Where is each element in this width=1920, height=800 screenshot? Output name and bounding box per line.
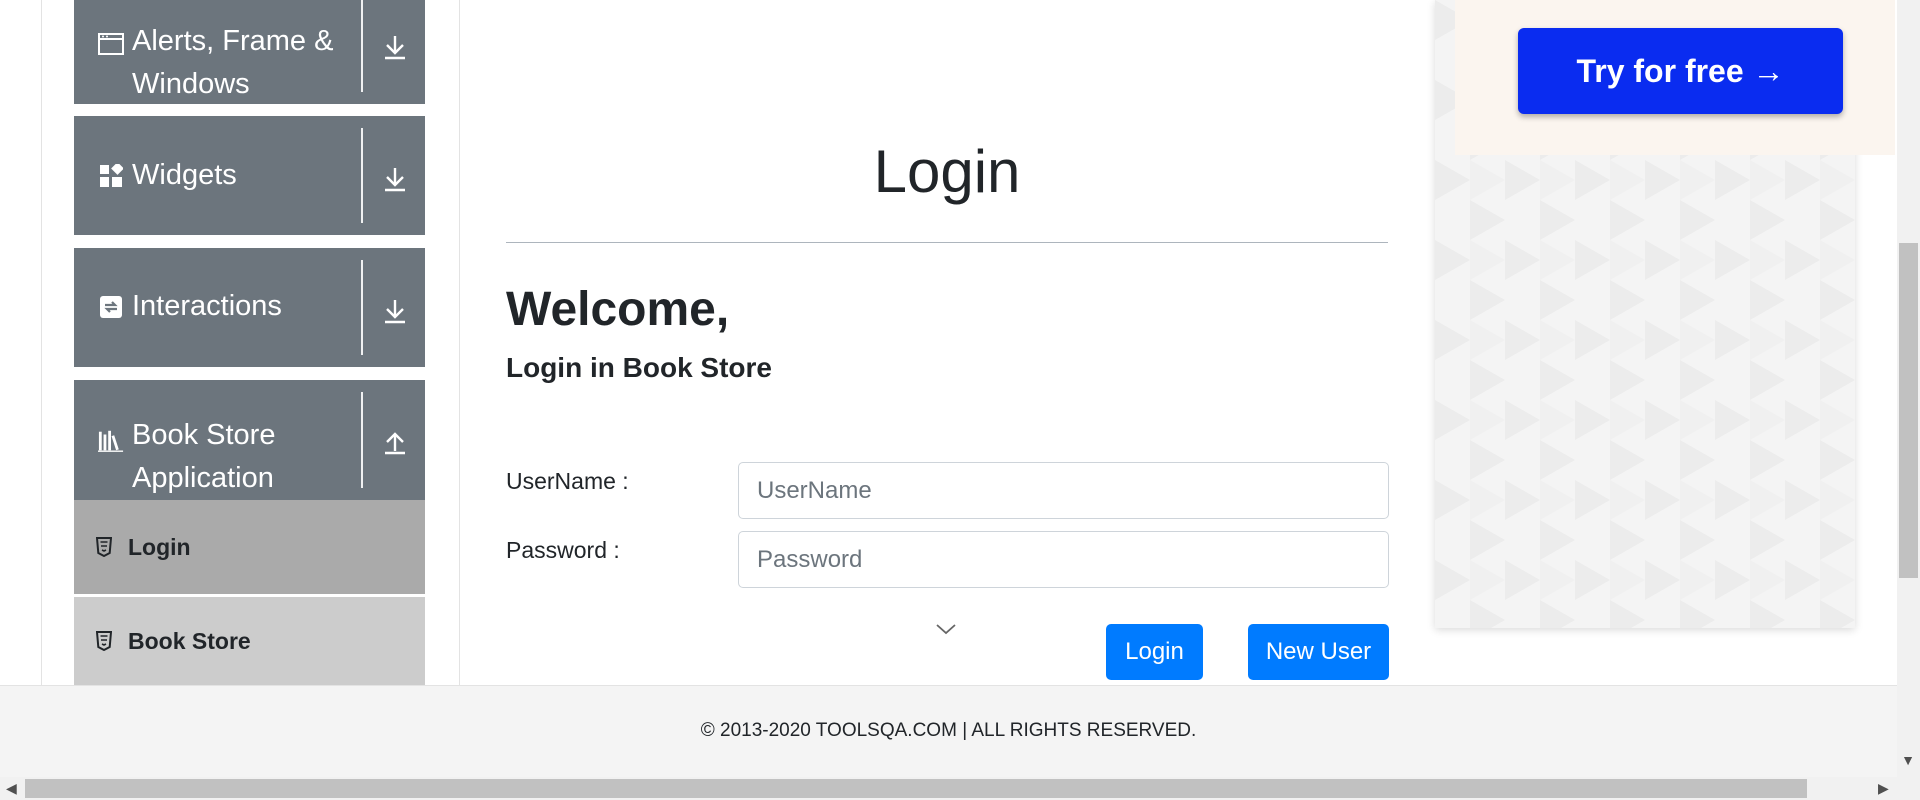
sidebar-group-widgets[interactable]: Widgets (74, 116, 425, 235)
sidebar-group-label: Widgets (132, 159, 237, 191)
scroll-right-arrow-icon[interactable]: ▶ (1878, 780, 1889, 797)
sidebar-item-book-store[interactable]: Book Store (74, 597, 425, 685)
login-button[interactable]: Login (1106, 624, 1203, 680)
scroll-down-arrow-icon[interactable]: ▼ (1900, 752, 1916, 768)
sidebar-group-label: Book Store (132, 419, 276, 451)
password-label: Password : (506, 537, 620, 563)
sidebar-left-border (41, 0, 42, 685)
sidebar-group-interactions[interactable]: Interactions (74, 248, 425, 367)
title-divider (506, 242, 1388, 243)
sidebar-group-label: Windows (132, 68, 250, 100)
chevron-down-icon (936, 624, 956, 635)
new-user-button[interactable]: New User (1248, 624, 1389, 680)
window-icon (98, 31, 124, 57)
group-divider (361, 128, 363, 223)
group-divider (361, 0, 363, 92)
sidebar-group-alerts-frame-windows[interactable]: Alerts, Frame & Windows (74, 0, 425, 104)
login-subtitle: Login in Book Store (506, 352, 772, 383)
sidebar-group-label: Interactions (132, 290, 282, 322)
download-arrow-icon[interactable] (379, 31, 411, 63)
widgets-icon (98, 163, 124, 189)
html5-icon (96, 631, 120, 651)
username-label: UserName : (506, 468, 629, 494)
books-icon (98, 428, 124, 454)
try-for-free-button[interactable]: Try for free → (1518, 28, 1843, 114)
download-arrow-icon[interactable] (379, 163, 411, 195)
download-arrow-icon[interactable] (379, 295, 411, 327)
page-title: Login (873, 138, 1021, 205)
sidebar-group-label: Alerts, Frame & (132, 25, 334, 57)
group-divider (361, 260, 363, 355)
vertical-scrollbar-thumb[interactable] (1899, 243, 1918, 578)
horizontal-scrollbar-thumb[interactable] (25, 779, 1807, 798)
footer-copyright: © 2013-2020 TOOLSQA.COM | ALL RIGHTS RES… (700, 720, 1197, 741)
sidebar-right-border (459, 0, 460, 685)
sidebar-group-label: Application (132, 462, 274, 494)
interactions-icon (98, 294, 124, 320)
password-input[interactable] (738, 531, 1389, 588)
html5-icon (96, 537, 120, 557)
page: Alerts, Frame & Windows Widgets Interact… (0, 0, 1920, 800)
username-input[interactable] (738, 462, 1389, 519)
sidebar-group-book-store-application[interactable]: Book Store Application (74, 380, 425, 500)
welcome-heading: Welcome, (506, 283, 730, 336)
sidebar-item-label: Login (128, 533, 191, 560)
group-divider (361, 392, 363, 488)
scroll-left-arrow-icon[interactable]: ◀ (6, 780, 17, 797)
sidebar-item-label: Book Store (128, 627, 251, 654)
upload-arrow-icon[interactable] (379, 426, 411, 458)
sidebar-item-login[interactable]: Login (74, 500, 425, 594)
